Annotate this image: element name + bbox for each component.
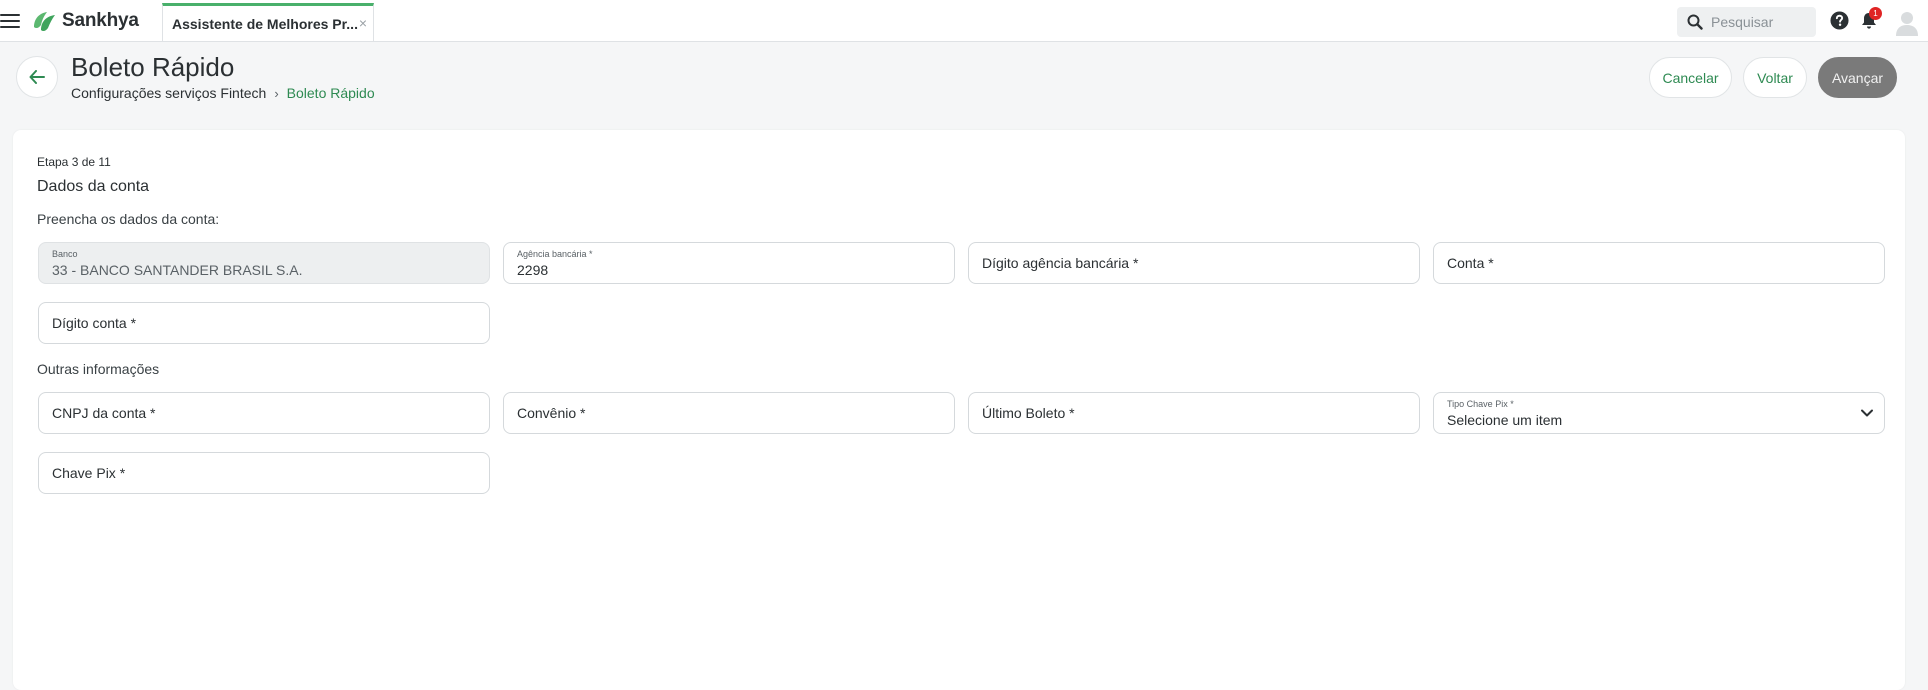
page-title: Boleto Rápido bbox=[71, 52, 235, 82]
breadcrumb: Configurações serviços Fintech › Boleto … bbox=[71, 85, 375, 101]
other-info-title: Outras informações bbox=[37, 361, 160, 377]
top-bar: Sankhya Assistente de Melhores Pr... × 1 bbox=[0, 0, 1928, 42]
step-indicator: Etapa 3 de 11 bbox=[37, 155, 111, 169]
agreement-field[interactable]: Convênio * bbox=[503, 392, 955, 434]
bank-value: 33 - BANCO SANTANDER BRASIL S.A. bbox=[52, 262, 303, 278]
form-instruction: Preencha os dados da conta: bbox=[37, 211, 220, 227]
next-button[interactable]: Avançar bbox=[1818, 57, 1897, 98]
agency-digit-placeholder: Dígito agência bancária * bbox=[982, 255, 1139, 271]
help-icon[interactable] bbox=[1830, 11, 1849, 30]
avatar-icon[interactable] bbox=[1894, 9, 1920, 37]
section-title: Dados da conta bbox=[37, 178, 150, 195]
last-boleto-field[interactable]: Último Boleto * bbox=[968, 392, 1420, 434]
pix-key-placeholder: Chave Pix * bbox=[52, 465, 126, 481]
brand-logo[interactable]: Sankhya bbox=[30, 9, 139, 33]
breadcrumb-current[interactable]: Boleto Rápido bbox=[287, 85, 375, 101]
agreement-placeholder: Convênio * bbox=[517, 405, 586, 421]
arrow-left-icon bbox=[29, 70, 45, 84]
search-input[interactable] bbox=[1709, 13, 1808, 31]
menu-icon[interactable] bbox=[0, 14, 20, 28]
agency-value: 2298 bbox=[517, 262, 549, 278]
pix-key-type-value: Selecione um item bbox=[1447, 412, 1563, 428]
brand-name: Sankhya bbox=[62, 10, 139, 31]
account-field[interactable]: Conta * bbox=[1433, 242, 1885, 284]
back-arrow-button[interactable] bbox=[16, 56, 58, 98]
cancel-button[interactable]: Cancelar bbox=[1649, 57, 1732, 98]
account-placeholder: Conta * bbox=[1447, 255, 1494, 271]
chevron-right-icon: › bbox=[274, 85, 279, 101]
account-digit-field[interactable]: Dígito conta * bbox=[38, 302, 490, 344]
bank-field: Banco 33 - BANCO SANTANDER BRASIL S.A. bbox=[38, 242, 490, 284]
agency-field[interactable]: Agência bancária * 2298 bbox=[503, 242, 955, 284]
pix-key-field[interactable]: Chave Pix * bbox=[38, 452, 490, 494]
tab-assistant[interactable]: Assistente de Melhores Pr... × bbox=[162, 3, 374, 41]
cnpj-field[interactable]: CNPJ da conta * bbox=[38, 392, 490, 434]
bank-label: Banco bbox=[52, 249, 78, 259]
chevron-down-icon[interactable] bbox=[1860, 406, 1874, 420]
breadcrumb-parent[interactable]: Configurações serviços Fintech bbox=[71, 85, 266, 101]
notification-badge: 1 bbox=[1869, 7, 1882, 20]
back-button[interactable]: Voltar bbox=[1743, 57, 1807, 98]
last-boleto-placeholder: Último Boleto * bbox=[982, 405, 1075, 421]
sankhya-logo-icon bbox=[34, 12, 55, 32]
pix-key-type-label: Tipo Chave Pix * bbox=[1447, 399, 1514, 409]
agency-digit-field[interactable]: Dígito agência bancária * bbox=[968, 242, 1420, 284]
tab-label: Assistente de Melhores Pr... bbox=[172, 15, 358, 32]
cnpj-placeholder: CNPJ da conta * bbox=[52, 405, 156, 421]
agency-label: Agência bancária * bbox=[517, 249, 593, 259]
account-digit-placeholder: Dígito conta * bbox=[52, 315, 137, 331]
search-box[interactable] bbox=[1677, 7, 1816, 37]
search-icon bbox=[1687, 14, 1703, 30]
tab-close-icon[interactable]: × bbox=[359, 15, 367, 31]
pix-key-type-select[interactable]: Tipo Chave Pix * Selecione um item bbox=[1433, 392, 1885, 434]
